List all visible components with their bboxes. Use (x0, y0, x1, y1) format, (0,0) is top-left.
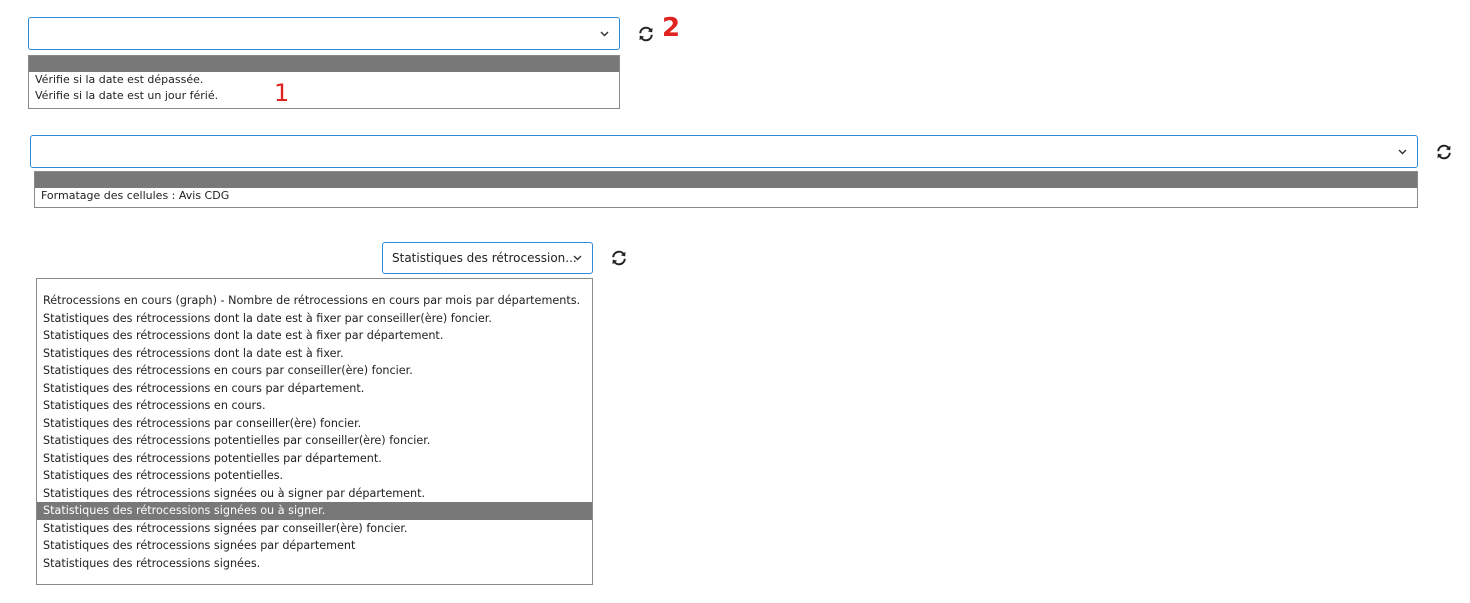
select-1[interactable] (28, 17, 620, 50)
dropdown-option[interactable]: Statistiques des rétrocessions potentiel… (37, 432, 592, 450)
dropdown-option[interactable]: Statistiques des rétrocessions dont la d… (37, 345, 592, 363)
dropdown-option[interactable]: Statistiques des rétrocessions potentiel… (37, 450, 592, 468)
chevron-down-icon (600, 31, 609, 37)
dropdown-option[interactable]: Statistiques des rétrocessions en cours … (37, 380, 592, 398)
annotation-1: 1 (274, 79, 290, 107)
annotation-2: 2 (662, 13, 681, 43)
select-2-dropdown: Formatage des cellules : Avis CDG (34, 171, 1418, 208)
dropdown-option[interactable]: Statistiques des rétrocessions en cours. (37, 397, 592, 415)
dropdown-option[interactable]: Statistiques des rétrocessions signées o… (37, 485, 592, 503)
dropdown-option[interactable]: Statistiques des rétrocessions signées o… (37, 502, 592, 520)
dropdown-option[interactable]: Statistiques des rétrocessions dont la d… (37, 310, 592, 328)
dropdown-option[interactable]: Statistiques des rétrocessions signées p… (37, 537, 592, 555)
refresh-icon[interactable] (1435, 143, 1453, 161)
chevron-down-icon (573, 255, 582, 261)
select-3-value: Statistiques des rétrocession... (392, 251, 577, 265)
dropdown-option[interactable]: Statistiques des rétrocessions signées p… (37, 520, 592, 538)
chevron-down-icon (1398, 149, 1407, 155)
refresh-icon[interactable] (637, 25, 655, 43)
option-blank[interactable] (29, 56, 619, 72)
select-1-dropdown: Vérifie si la date est dépassée. Vérifie … (28, 55, 620, 109)
select-3-dropdown: Rétrocessions en cours (graph) - Nombre … (36, 278, 593, 585)
dropdown-option[interactable]: Statistiques des rétrocessions signées. (37, 555, 592, 573)
dropdown-option[interactable]: Statistiques des rétrocessions dont la d… (37, 327, 592, 345)
dropdown-option[interactable]: Statistiques des rétrocessions par conse… (37, 415, 592, 433)
dropdown-option[interactable]: Statistiques des rétrocessions en cours … (37, 362, 592, 380)
dropdown-option[interactable]: Vérifie si la date est dépassée. (29, 72, 619, 88)
dropdown-option[interactable]: Vérifie si la date est un jour férié. (29, 88, 619, 104)
dropdown-option[interactable]: Rétrocessions en cours (graph) - Nombre … (37, 292, 592, 310)
option-blank[interactable] (35, 172, 1417, 188)
option-blank[interactable] (37, 279, 592, 292)
select-2[interactable] (30, 135, 1418, 168)
select-3[interactable]: Statistiques des rétrocession... (382, 242, 593, 274)
dropdown-option[interactable]: Formatage des cellules : Avis CDG (35, 188, 1417, 204)
dropdown-option[interactable]: Statistiques des rétrocessions potentiel… (37, 467, 592, 485)
refresh-icon[interactable] (610, 249, 628, 267)
